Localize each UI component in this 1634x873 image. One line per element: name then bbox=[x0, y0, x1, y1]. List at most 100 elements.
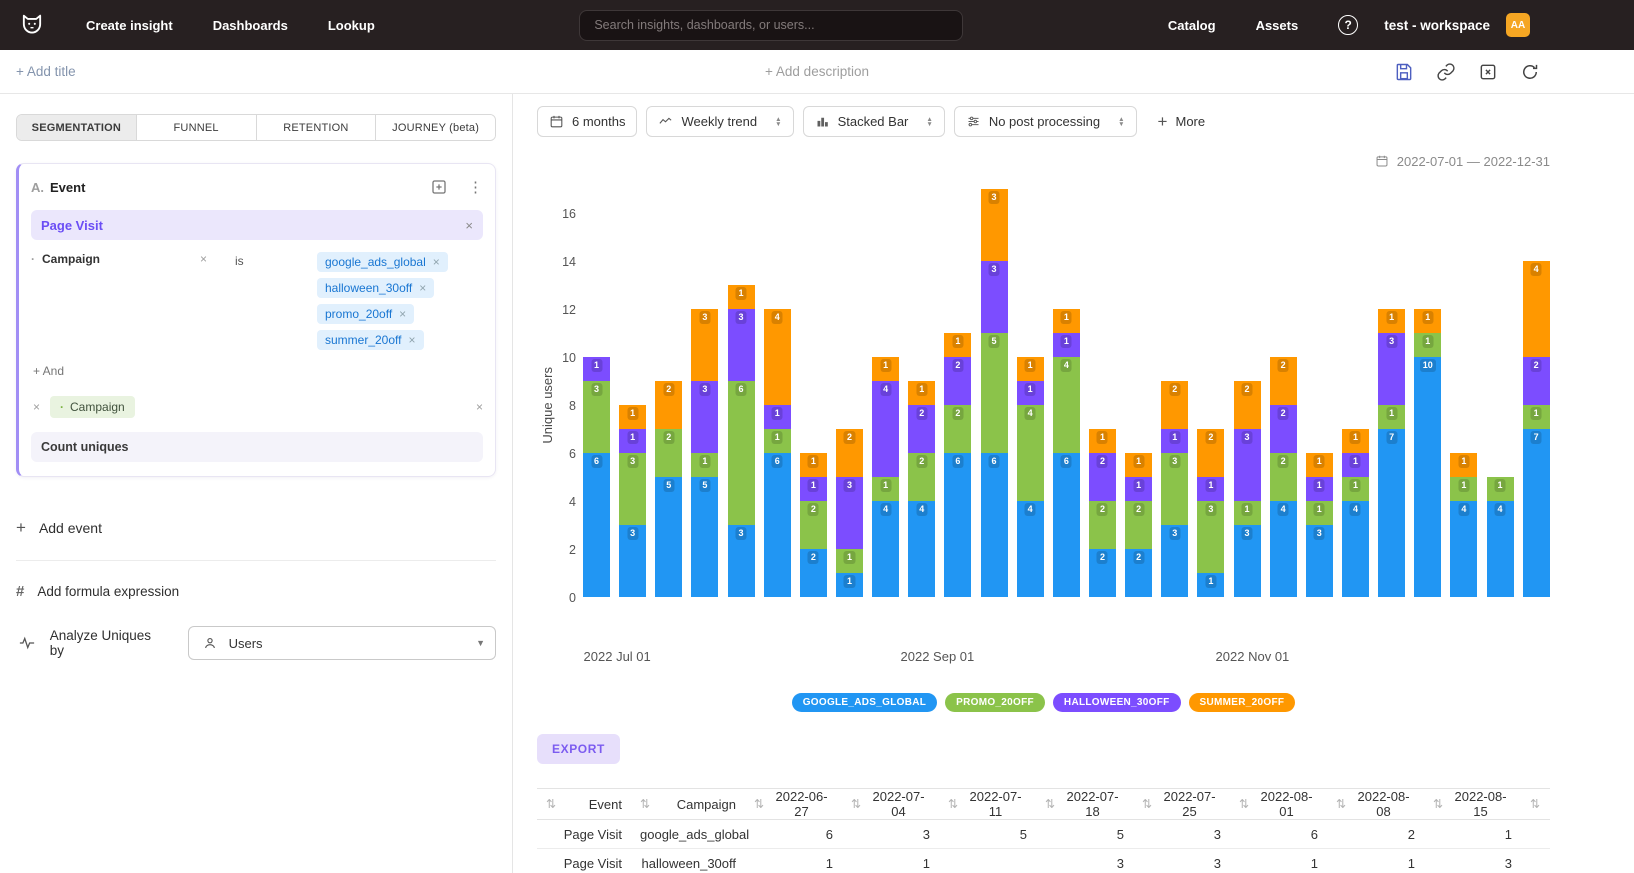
segment-halloween-30off[interactable]: 3 bbox=[1378, 333, 1405, 405]
segment-summer-20off[interactable]: 1 bbox=[1414, 309, 1441, 333]
segment-halloween-30off[interactable]: 2 bbox=[944, 357, 971, 405]
segment-promo-20off[interactable]: 3 bbox=[1161, 453, 1188, 525]
help-icon[interactable]: ? bbox=[1338, 15, 1358, 35]
segment-google-ads-global[interactable]: 2 bbox=[1089, 549, 1116, 597]
segment-promo-20off[interactable]: 1 bbox=[836, 549, 863, 573]
segment-promo-20off[interactable]: 1 bbox=[764, 429, 791, 453]
segment-halloween-30off[interactable]: 1 bbox=[1342, 453, 1369, 477]
column-header-2022-07-25[interactable]: ⇅2022-07-25 bbox=[1133, 789, 1230, 820]
bar-2022-07-18[interactable]: 5133 bbox=[691, 309, 718, 597]
bar-2022-12-05[interactable]: 1011 bbox=[1414, 309, 1441, 597]
remove-filter-value-icon[interactable]: × bbox=[399, 307, 406, 321]
column-header-event[interactable]: ⇅Event bbox=[537, 789, 631, 820]
legend-item-halloween-30off[interactable]: HALLOWEEN_30OFF bbox=[1053, 693, 1181, 712]
bar-2022-08-22[interactable]: 4141 bbox=[872, 357, 899, 597]
tab-journey-beta[interactable]: JOURNEY (beta) bbox=[376, 115, 495, 140]
segment-google-ads-global[interactable]: 6 bbox=[583, 453, 610, 597]
bar-2022-07-25[interactable]: 3631 bbox=[728, 285, 755, 597]
segment-google-ads-global[interactable]: 3 bbox=[1234, 525, 1261, 597]
filter-value-tag[interactable]: halloween_30off× bbox=[317, 278, 434, 298]
nav-item-create-insight[interactable]: Create insight bbox=[66, 18, 193, 33]
sort-icon[interactable]: ⇅ bbox=[1045, 797, 1055, 811]
segment-promo-20off[interactable]: 2 bbox=[1089, 501, 1116, 549]
segment-halloween-30off[interactable]: 1 bbox=[619, 429, 646, 453]
bar-2022-11-21[interactable]: 4111 bbox=[1342, 429, 1369, 597]
segment-summer-20off[interactable]: 1 bbox=[1306, 453, 1333, 477]
segment-promo-20off[interactable]: 2 bbox=[655, 429, 682, 477]
segment-summer-20off[interactable]: 2 bbox=[836, 429, 863, 477]
column-header-2022-08-22[interactable]: ⇅2022-08-22 bbox=[1521, 789, 1550, 820]
segment-google-ads-global[interactable]: 10 bbox=[1414, 357, 1441, 597]
segment-halloween-30off[interactable]: 2 bbox=[908, 405, 935, 453]
segment-promo-20off[interactable]: 5 bbox=[981, 333, 1008, 453]
segment-summer-20off[interactable]: 1 bbox=[944, 333, 971, 357]
segment-halloween-30off[interactable]: 1 bbox=[583, 357, 610, 381]
segment-halloween-30off[interactable]: 2 bbox=[1089, 453, 1116, 501]
segment-halloween-30off[interactable]: 1 bbox=[1306, 477, 1333, 501]
segment-promo-20off[interactable]: 1 bbox=[1234, 501, 1261, 525]
bar-2022-12-26[interactable]: 7124 bbox=[1523, 261, 1550, 597]
sort-icon[interactable]: ⇅ bbox=[1239, 797, 1249, 811]
bar-2022-10-10[interactable]: 2211 bbox=[1125, 453, 1152, 597]
nav-item-dashboards[interactable]: Dashboards bbox=[193, 18, 308, 33]
segment-google-ads-global[interactable]: 1 bbox=[1197, 573, 1224, 597]
post-processing-select[interactable]: No post processing ▲▼ bbox=[954, 106, 1137, 137]
aggregation-selector[interactable]: Count uniques bbox=[31, 432, 483, 462]
segment-google-ads-global[interactable]: 4 bbox=[1342, 501, 1369, 597]
filter-property-name[interactable]: Campaign bbox=[42, 252, 100, 266]
legend-item-summer-20off[interactable]: SUMMER_20OFF bbox=[1189, 693, 1296, 712]
bar-2022-09-19[interactable]: 4411 bbox=[1017, 357, 1044, 597]
segment-promo-20off[interactable]: 2 bbox=[1125, 501, 1152, 549]
filter-operator[interactable]: is bbox=[217, 252, 317, 268]
segment-halloween-30off[interactable]: 4 bbox=[872, 381, 899, 477]
segment-summer-20off[interactable]: 4 bbox=[1523, 261, 1550, 357]
segment-promo-20off[interactable]: 2 bbox=[908, 453, 935, 501]
segment-summer-20off[interactable]: 2 bbox=[1270, 357, 1297, 405]
segment-halloween-30off[interactable]: 1 bbox=[800, 477, 827, 501]
segment-summer-20off[interactable]: 1 bbox=[1342, 429, 1369, 453]
segment-google-ads-global[interactable]: 5 bbox=[691, 477, 718, 597]
search-input[interactable] bbox=[579, 10, 963, 41]
bar-2022-10-03[interactable]: 2221 bbox=[1089, 429, 1116, 597]
segment-summer-20off[interactable]: 4 bbox=[764, 309, 791, 405]
add-description-button[interactable]: + Add description bbox=[765, 64, 869, 79]
column-header-2022-08-15[interactable]: ⇅2022-08-15 bbox=[1424, 789, 1521, 820]
nav-item-lookup[interactable]: Lookup bbox=[308, 18, 395, 33]
analyze-by-select[interactable]: Users ▼ bbox=[188, 626, 496, 660]
segment-google-ads-global[interactable]: 6 bbox=[1053, 453, 1080, 597]
remove-event-icon[interactable]: × bbox=[465, 218, 473, 233]
segment-google-ads-global[interactable]: 7 bbox=[1378, 429, 1405, 597]
segment-promo-20off[interactable]: 1 bbox=[1450, 477, 1477, 501]
duplicate-event-icon[interactable] bbox=[428, 176, 450, 198]
segment-google-ads-global[interactable]: 6 bbox=[764, 453, 791, 597]
segment-halloween-30off[interactable]: 1 bbox=[1197, 477, 1224, 501]
segment-halloween-30off[interactable]: 3 bbox=[728, 309, 755, 381]
column-header-2022-07-11[interactable]: ⇅2022-07-11 bbox=[939, 789, 1036, 820]
segment-google-ads-global[interactable]: 4 bbox=[1270, 501, 1297, 597]
segment-promo-20off[interactable]: 1 bbox=[1523, 405, 1550, 429]
bar-2022-08-29[interactable]: 4221 bbox=[908, 381, 935, 597]
segment-promo-20off[interactable]: 1 bbox=[691, 453, 718, 477]
bar-2022-12-19[interactable]: 41 bbox=[1487, 477, 1514, 597]
column-header-campaign[interactable]: ⇅Campaign bbox=[631, 789, 745, 820]
bar-2022-06-27[interactable]: 631 bbox=[583, 357, 610, 597]
save-icon[interactable] bbox=[1393, 61, 1415, 83]
column-header-2022-08-01[interactable]: ⇅2022-08-01 bbox=[1230, 789, 1327, 820]
segment-halloween-30off[interactable]: 2 bbox=[1523, 357, 1550, 405]
tab-segmentation[interactable]: SEGMENTATION bbox=[17, 115, 137, 140]
segment-google-ads-global[interactable]: 2 bbox=[800, 549, 827, 597]
remove-filter-value-icon[interactable]: × bbox=[408, 333, 415, 347]
segment-summer-20off[interactable]: 1 bbox=[1017, 357, 1044, 381]
filter-value-tag[interactable]: summer_20off× bbox=[317, 330, 424, 350]
segment-halloween-30off[interactable]: 1 bbox=[764, 405, 791, 429]
trend-select[interactable]: Weekly trend ▲▼ bbox=[646, 106, 793, 137]
segment-halloween-30off[interactable]: 3 bbox=[1234, 429, 1261, 501]
segment-google-ads-global[interactable]: 3 bbox=[619, 525, 646, 597]
segment-halloween-30off[interactable]: 2 bbox=[1270, 405, 1297, 453]
date-window-button[interactable]: 6 months bbox=[537, 106, 637, 137]
segment-summer-20off[interactable]: 2 bbox=[655, 381, 682, 429]
chart-type-select[interactable]: Stacked Bar ▲▼ bbox=[803, 106, 945, 137]
segment-summer-20off[interactable]: 3 bbox=[691, 309, 718, 381]
segment-halloween-30off[interactable]: 1 bbox=[1017, 381, 1044, 405]
segment-halloween-30off[interactable]: 3 bbox=[691, 381, 718, 453]
